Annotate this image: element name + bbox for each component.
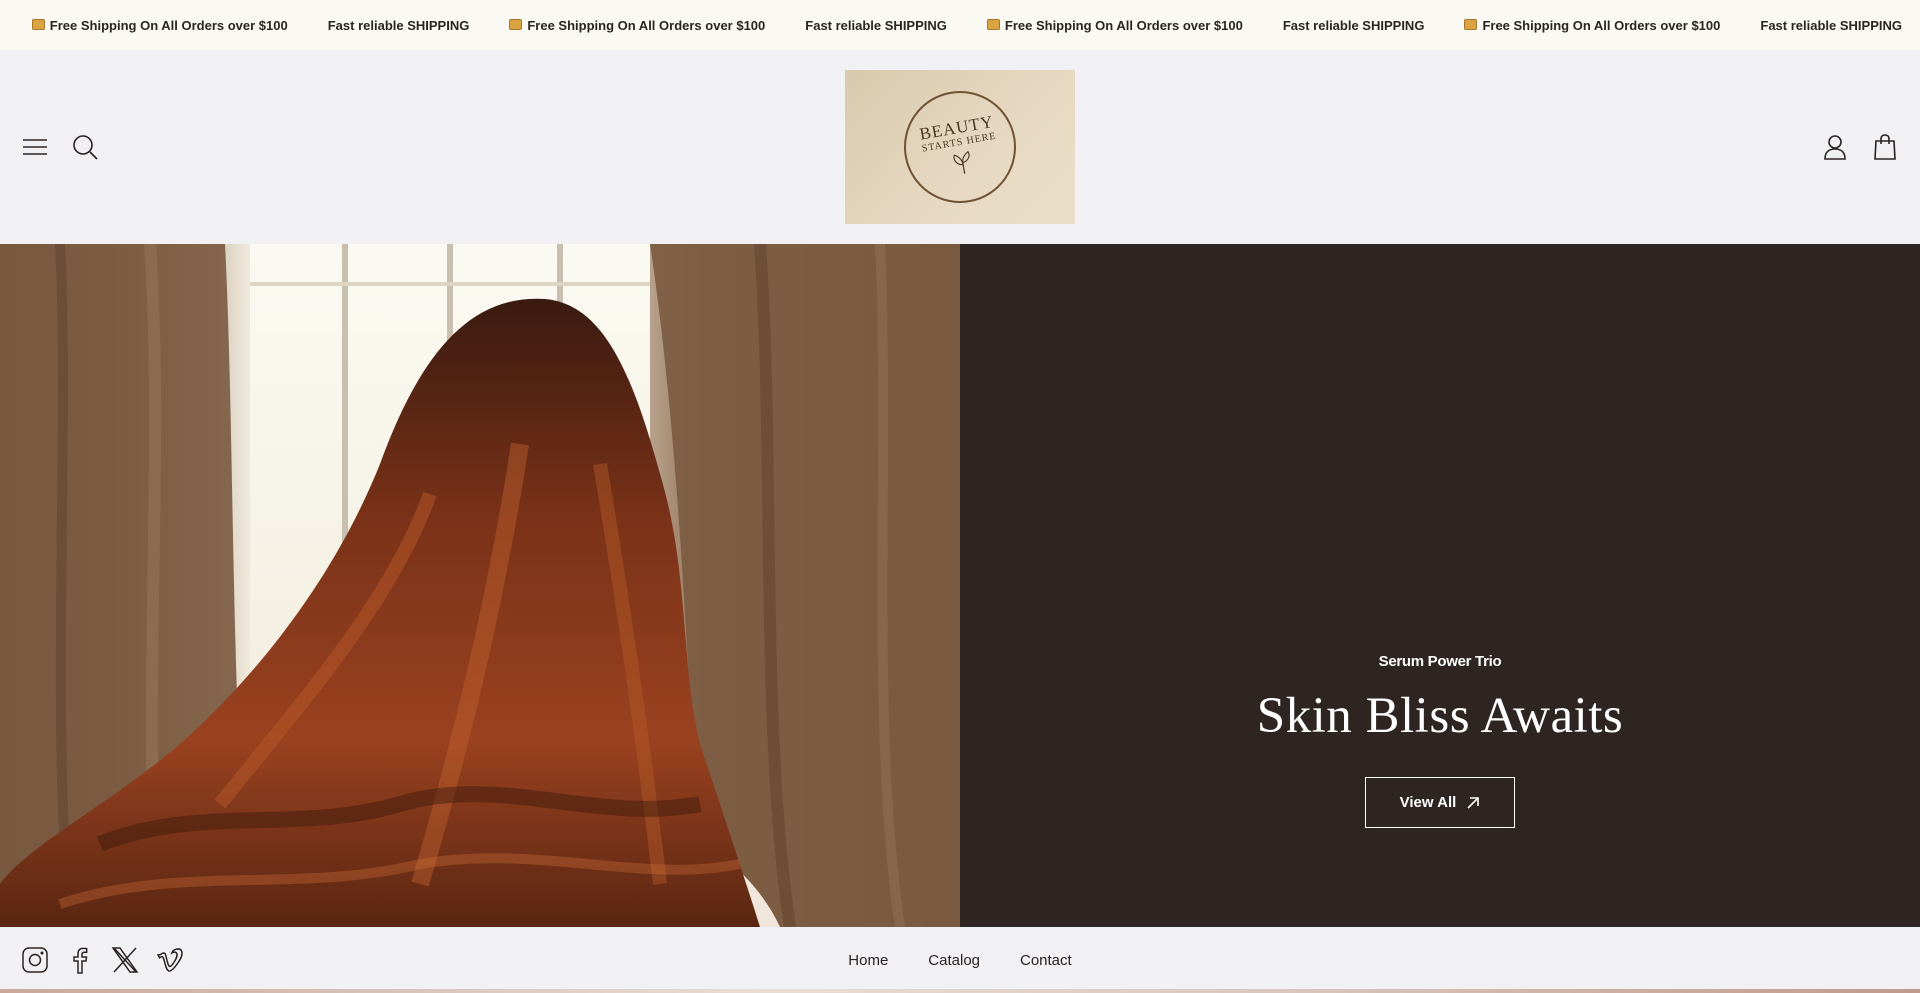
hero-title: Skin Bliss Awaits bbox=[1256, 688, 1624, 744]
hair-illustration bbox=[0, 244, 960, 927]
package-icon bbox=[31, 18, 45, 30]
announcement-item: Free Shipping On All Orders over $100 bbox=[1464, 18, 1720, 33]
announcement-text: Fast reliable SHIPPING bbox=[805, 17, 947, 33]
announcement-text: Fast reliable SHIPPING bbox=[327, 17, 470, 33]
footer-link-home[interactable]: Home bbox=[848, 952, 888, 969]
package-icon bbox=[1464, 18, 1478, 30]
menu-icon[interactable] bbox=[20, 132, 50, 162]
cart-icon[interactable] bbox=[1870, 132, 1900, 162]
hero-text-panel: Serum Power Trio Skin Bliss Awaits View … bbox=[960, 244, 1920, 927]
footer-bar: Home Catalog Contact bbox=[0, 927, 1920, 993]
footer-link-contact[interactable]: Contact bbox=[1020, 952, 1072, 969]
announcement-item: Fast reliable SHIPPING bbox=[1283, 18, 1425, 33]
announcement-item: Fast reliable SHIPPING bbox=[328, 18, 470, 33]
announcement-item: Free Shipping On All Orders over $100 bbox=[986, 17, 1243, 33]
announcement-text: Free Shipping On All Orders over $100 bbox=[527, 17, 766, 33]
leaf-icon bbox=[953, 150, 970, 174]
store-logo[interactable]: BEAUTY STARTS HERE bbox=[845, 70, 1075, 224]
announcement-item: Free Shipping On All Orders over $100 bbox=[31, 17, 288, 33]
announcement-item: Fast reliable SHIPPING bbox=[1760, 18, 1902, 33]
account-icon[interactable] bbox=[1820, 132, 1850, 162]
package-icon bbox=[509, 18, 523, 30]
next-section-edge bbox=[0, 989, 1920, 993]
announcement-item: Fast reliable SHIPPING bbox=[805, 18, 947, 33]
announcement-text: Fast reliable SHIPPING bbox=[1760, 17, 1902, 33]
footer-nav: Home Catalog Contact bbox=[0, 927, 1920, 993]
announcement-track: PINGFree Shipping On All Orders over $10… bbox=[0, 0, 1920, 50]
search-icon[interactable] bbox=[70, 132, 100, 162]
view-all-label: View All bbox=[1399, 794, 1457, 811]
announcement-text: Fast reliable SHIPPING bbox=[1282, 17, 1425, 33]
announcement-text: Free Shipping On All Orders over $100 bbox=[1482, 17, 1721, 33]
arrow-up-right-icon bbox=[1467, 796, 1480, 809]
package-icon bbox=[986, 18, 1000, 30]
announcement-item: Free Shipping On All Orders over $100 bbox=[509, 18, 765, 33]
announcement-text: Free Shipping On All Orders over $100 bbox=[49, 17, 288, 33]
footer-link-catalog[interactable]: Catalog bbox=[928, 952, 980, 969]
hero-banner: Serum Power Trio Skin Bliss Awaits View … bbox=[0, 244, 1920, 927]
announcement-bar: PINGFree Shipping On All Orders over $10… bbox=[0, 0, 1920, 50]
view-all-button[interactable]: View All bbox=[1365, 777, 1515, 828]
hero-eyebrow: Serum Power Trio bbox=[1378, 653, 1502, 670]
logo-emblem: BEAUTY STARTS HERE bbox=[895, 82, 1025, 212]
hero-image bbox=[0, 244, 960, 927]
site-header: BEAUTY STARTS HERE bbox=[0, 50, 1920, 244]
announcement-text: Free Shipping On All Orders over $100 bbox=[1004, 17, 1243, 33]
